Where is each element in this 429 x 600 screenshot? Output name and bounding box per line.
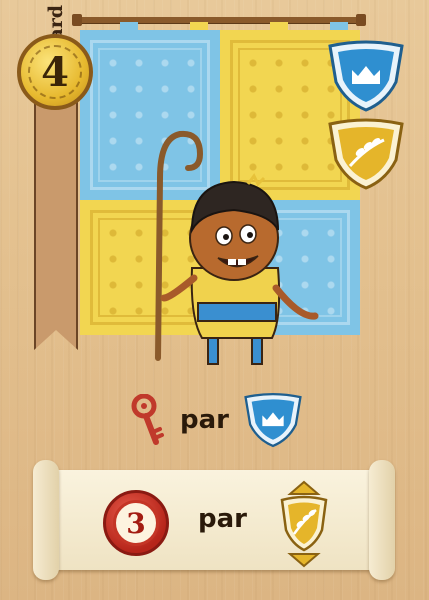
wheat-shield-icon [328, 118, 404, 190]
cost-coin: 4 [17, 34, 93, 110]
reward-connector-2: par [198, 504, 247, 534]
character-illustration [155, 130, 319, 365]
victory-point-token: 3 [103, 490, 169, 556]
reward-connector-1: par [180, 405, 229, 435]
crown-shield-icon [244, 392, 302, 448]
token-value: 3 [113, 500, 159, 546]
game-card: Bâtard 4 [0, 0, 429, 600]
crown-shield-icon [328, 40, 404, 112]
wheat-shield-up-down-icon [280, 480, 328, 568]
cost-value: 4 [28, 45, 82, 99]
key-icon [131, 394, 164, 445]
reward-row-key: par [130, 390, 305, 450]
